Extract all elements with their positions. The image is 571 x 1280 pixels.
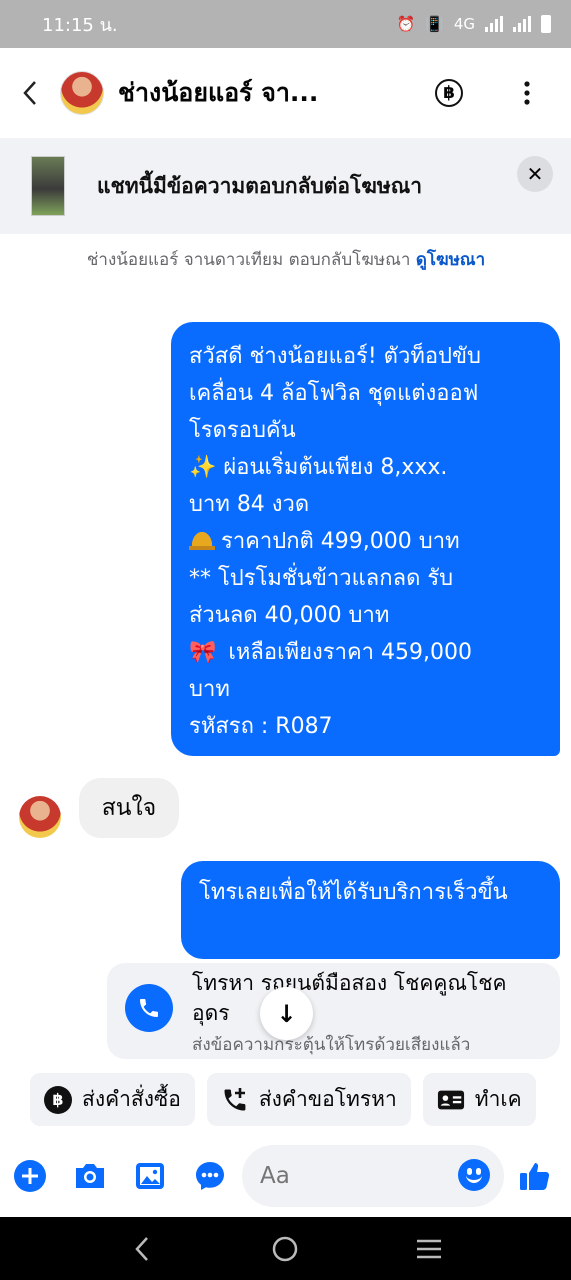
- message-text: สนใจ: [101, 795, 157, 821]
- appointment-chip[interactable]: ทำเค: [422, 1073, 536, 1126]
- camera-button[interactable]: [73, 1159, 107, 1193]
- status-time: 11:15 น.: [42, 14, 118, 36]
- phone-plus-icon: [221, 1086, 249, 1114]
- call-card-subtitle: ส่งข้อความกระตุ้นให้โทรด้วยเสียงแล้ว: [192, 1035, 471, 1055]
- image-icon: [136, 1163, 164, 1189]
- view-ad-link[interactable]: ดูโฆษณา: [416, 250, 485, 270]
- outgoing-message-bubble-2[interactable]: โทรเลยเพื่อให้ได้รับบริการเร็วขึ้น: [181, 861, 560, 959]
- thumbs-up-icon: [520, 1163, 550, 1190]
- more-vertical-icon: [524, 81, 530, 105]
- status-icons: ⏰ 📳 4G: [396, 15, 551, 33]
- message-line-with-bell: ราคาปกติ 499,000 บาท: [189, 523, 542, 560]
- chip-label: ส่งคำขอโทรหา: [258, 1087, 397, 1111]
- sender-avatar[interactable]: [19, 796, 61, 838]
- chat-bubble-icon: [196, 1162, 224, 1190]
- message-line: บาท: [189, 677, 230, 702]
- contact-avatar[interactable]: [60, 71, 104, 115]
- message-line: โรดรอบคัน: [189, 418, 296, 443]
- phone-icon: [140, 999, 158, 1017]
- message-line: ส่วนลด 40,000 บาท: [189, 603, 390, 628]
- ad-banner-text: แชทนี้มีข้อความตอบกลับต่อโฆษณา: [97, 173, 422, 198]
- nav-back-button[interactable]: [122, 1229, 162, 1269]
- chip-label: ทำเค: [474, 1087, 522, 1111]
- message-line: บาท 84 งวด: [189, 492, 310, 517]
- baht-icon: ฿: [44, 1085, 72, 1114]
- menu-lines-icon: [417, 1239, 442, 1258]
- message-line: เคลื่อน 4 ล้อโฟวิล ชุดแต่งออฟ: [189, 381, 479, 406]
- payment-button[interactable]: ฿: [435, 79, 463, 107]
- call-button[interactable]: [125, 984, 173, 1032]
- more-options-button[interactable]: [513, 79, 541, 107]
- message-line: รหัสรถ : R087: [189, 714, 333, 739]
- scroll-to-bottom-button[interactable]: ↓: [260, 987, 313, 1040]
- close-icon: ✕: [526, 162, 544, 186]
- message-text: โทรเลยเพื่อให้ได้รับบริการเร็วขึ้น: [199, 880, 508, 905]
- camera-icon: [76, 1164, 104, 1188]
- baht-icon: ฿: [443, 83, 455, 103]
- call-card-title: โทรหา รถยนต์มือสอง โชคคูณโชคอุดร: [192, 971, 507, 1025]
- signal-icon-2: [513, 16, 531, 32]
- quick-actions-row: ฿ ส่งคำสั่งซื้อ ส่งคำขอโทรหา ทำเค: [30, 1073, 536, 1126]
- contact-name[interactable]: ช่างน้อยแอร์ จา...: [118, 73, 378, 113]
- ad-reply-notice: ช่างน้อยแอร์ จานดาวเทียม ตอบกลับโฆษณา ดู…: [60, 246, 512, 274]
- ribbon-icon: 🎀: [189, 640, 217, 665]
- gallery-button[interactable]: [133, 1159, 167, 1193]
- message-line: ราคาปกติ 499,000 บาท: [221, 529, 460, 554]
- chat-header: ช่างน้อยแอร์ จา... ฿: [0, 48, 571, 138]
- network-label: 4G: [453, 15, 475, 33]
- message-line-with-bow: 🎀 เหลือเพียงราคา 459,000: [189, 634, 542, 671]
- chip-label: ส่งคำสั่งซื้อ: [82, 1087, 181, 1111]
- nav-recents-button[interactable]: [409, 1229, 449, 1269]
- message-input-wrapper[interactable]: [242, 1145, 504, 1207]
- message-line: สวัสดี ช่างน้อยแอร์! ตัวท็อปขับ: [189, 344, 482, 369]
- message-line: เหลือเพียงราคา 459,000: [228, 640, 472, 665]
- notice-text: ช่างน้อยแอร์ จานดาวเทียม ตอบกลับโฆษณา: [86, 250, 416, 270]
- status-bar: 11:15 น. ⏰ 📳 4G: [0, 0, 571, 48]
- battery-icon: [541, 15, 551, 33]
- bell-icon: [189, 528, 215, 550]
- add-button[interactable]: [13, 1159, 47, 1193]
- ad-thumbnail[interactable]: [31, 156, 65, 216]
- incoming-message-bubble[interactable]: สนใจ: [79, 778, 179, 838]
- nav-home-button[interactable]: [265, 1229, 305, 1269]
- chevron-left-icon: [135, 1236, 148, 1261]
- id-card-icon: [437, 1086, 465, 1114]
- chevron-left-icon: [23, 81, 36, 105]
- back-button[interactable]: [0, 48, 60, 138]
- message-line: ✨ ผ่อนเริ่มต้นเพียง 8,xxx.: [189, 455, 448, 480]
- like-button[interactable]: [518, 1159, 552, 1193]
- ad-reply-banner[interactable]: แชทนี้มีข้อความตอบกลับต่อโฆษณา ✕: [0, 138, 571, 234]
- message-composer: [0, 1135, 571, 1217]
- emoji-icon[interactable]: [458, 1159, 490, 1191]
- request-call-chip[interactable]: ส่งคำขอโทรหา: [206, 1073, 411, 1126]
- message-line: ** โปรโมชั่นข้าวแลกลด รับ: [189, 566, 454, 591]
- outgoing-message-bubble[interactable]: สวัสดี ช่างน้อยแอร์! ตัวท็อปขับ เคลื่อน …: [171, 322, 560, 756]
- call-request-card[interactable]: โทรหา รถยนต์มือสอง โชคคูณโชคอุดร ส่งข้อค…: [107, 963, 560, 1059]
- send-order-chip[interactable]: ฿ ส่งคำสั่งซื้อ: [30, 1073, 195, 1126]
- signal-icon: [485, 16, 503, 32]
- message-input[interactable]: [260, 1157, 440, 1195]
- chat-features-button[interactable]: [193, 1159, 227, 1193]
- home-circle-icon: [273, 1236, 298, 1261]
- plus-circle-icon: [14, 1160, 46, 1192]
- arrow-down-icon: ↓: [276, 999, 297, 1028]
- alarm-icon: ⏰: [396, 15, 416, 33]
- close-banner-button[interactable]: ✕: [517, 156, 553, 192]
- system-nav-bar: [0, 1217, 571, 1280]
- vibrate-icon: 📳: [425, 15, 444, 33]
